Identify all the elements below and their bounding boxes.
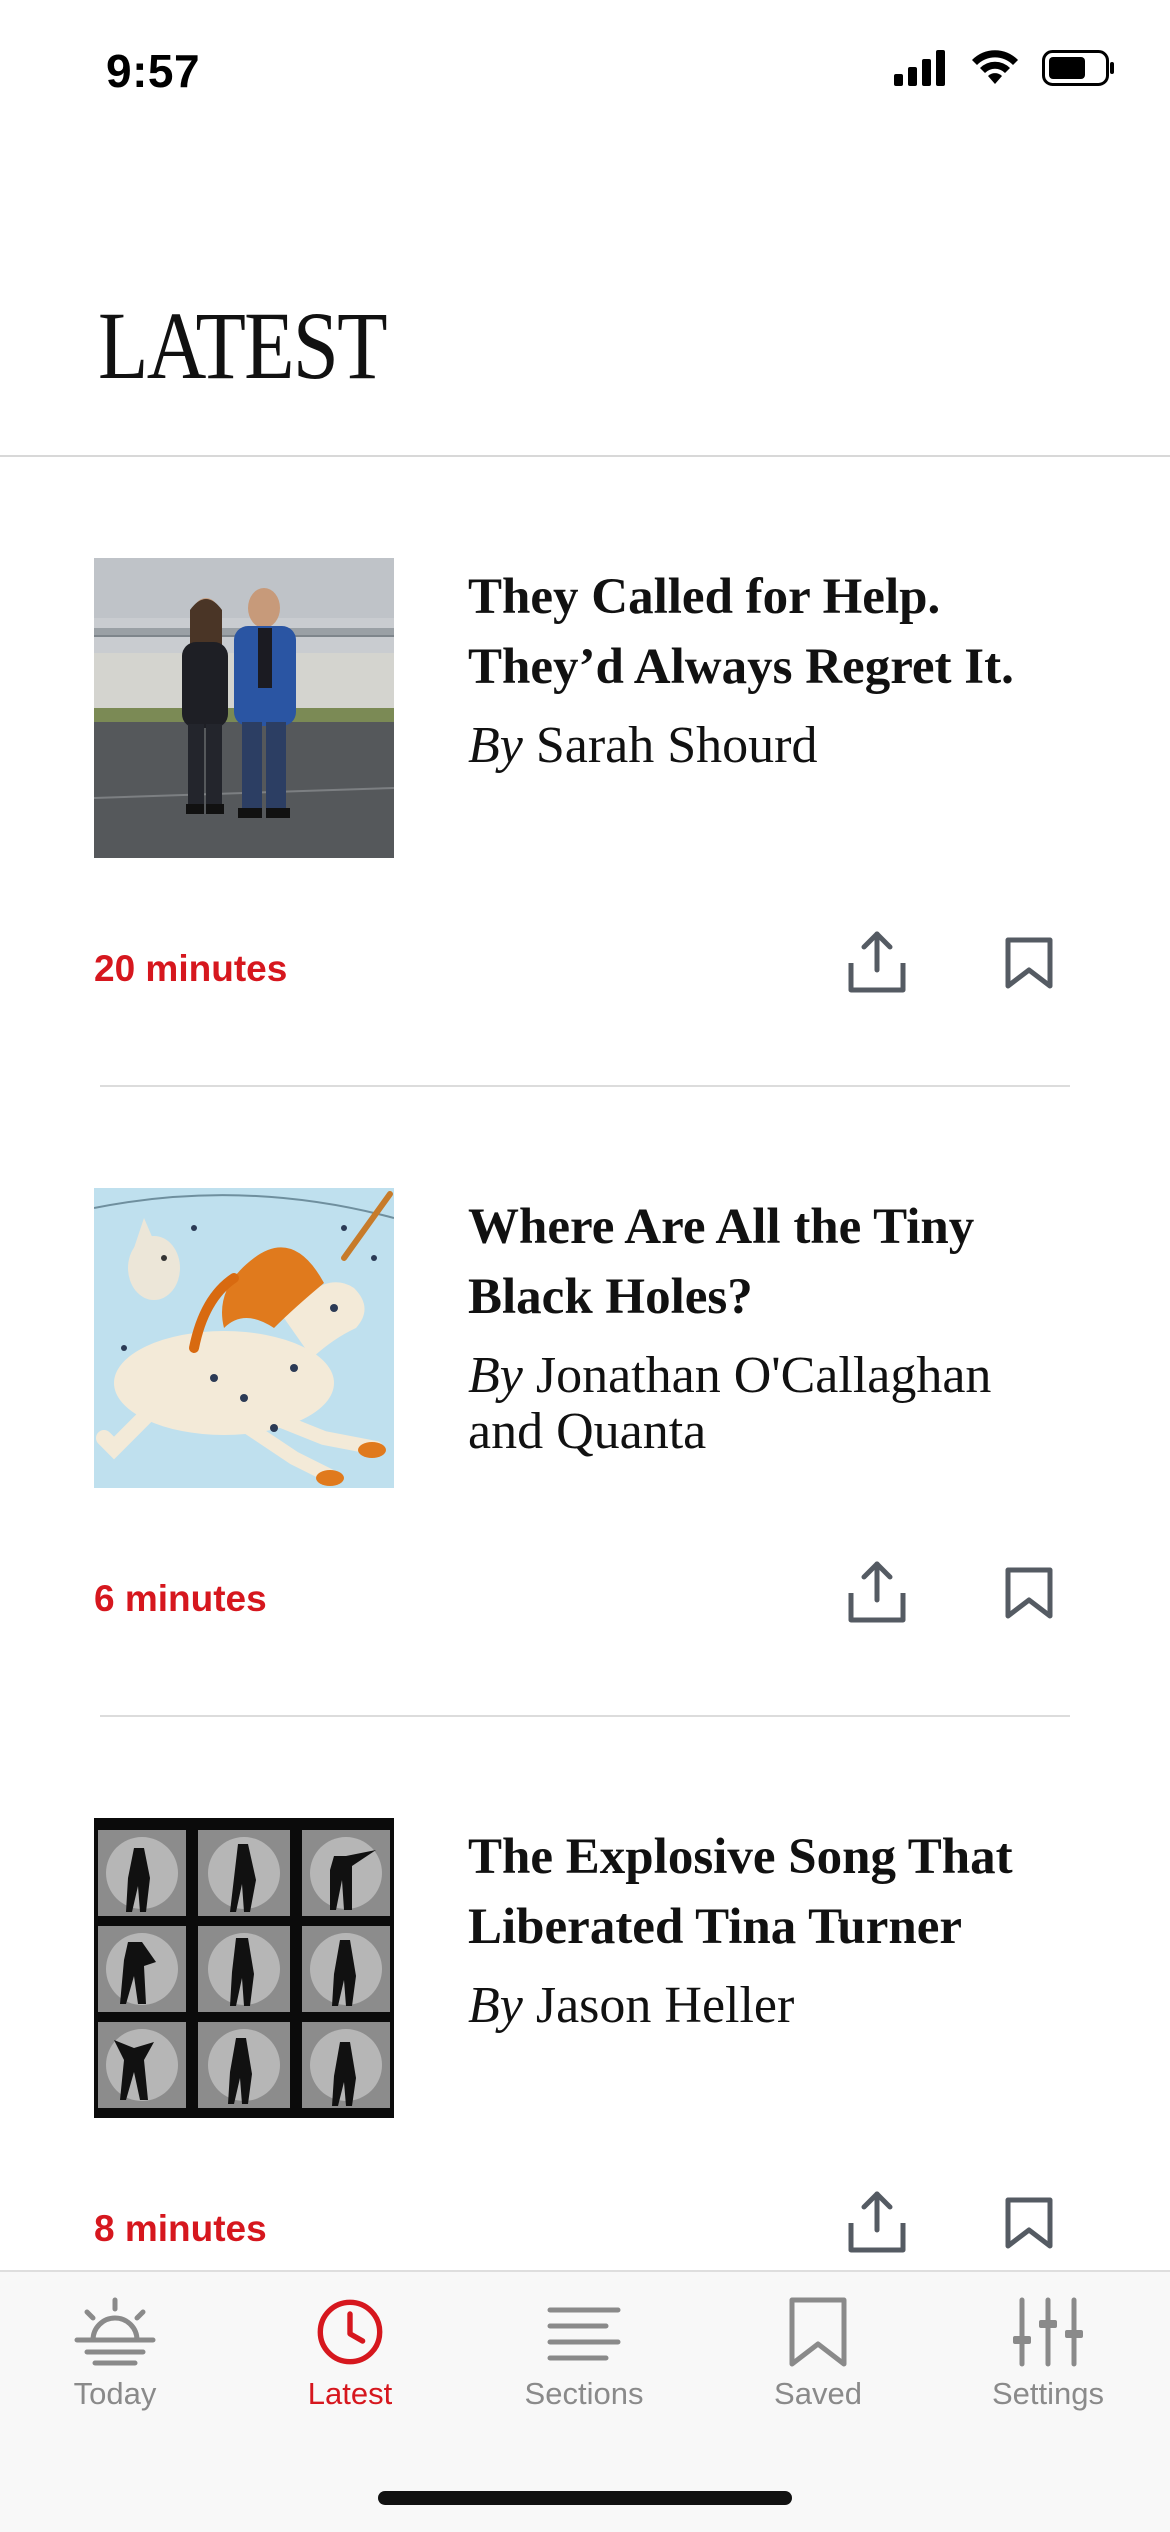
share-icon[interactable] <box>846 2190 908 2254</box>
headline-line-1: They Called for Help. <box>468 569 941 625</box>
share-icon[interactable] <box>846 1560 908 1624</box>
tab-latest[interactable]: Latest <box>255 2296 445 2446</box>
photo-contact-sheet-icon <box>94 1818 394 2118</box>
tab-label: Sections <box>524 2376 644 2411</box>
tab-label: Settings <box>991 2376 1104 2411</box>
sunrise-icon <box>74 2297 156 2366</box>
home-indicator[interactable] <box>378 2491 792 2505</box>
tab-sections[interactable]: Sections <box>489 2296 679 2446</box>
lines-icon <box>547 2307 621 2361</box>
read-time: 8 minutes <box>94 2208 267 2249</box>
article-byline: By Jonathan O'Callaghan and Quanta <box>468 1348 1108 1460</box>
illustration-unicorn-constellation-icon <box>94 1188 394 1488</box>
read-time: 20 minutes <box>94 948 288 989</box>
article-byline: By Jason Heller <box>468 1978 1108 2034</box>
tab-label: Saved <box>774 2376 862 2411</box>
status-bar: 9:57 <box>0 0 1170 140</box>
byline-author: Jonathan O'Callaghan <box>522 1347 992 1404</box>
article-divider <box>100 1085 1070 1087</box>
tab-label: Latest <box>307 2376 393 2411</box>
bookmark-icon <box>789 2297 847 2367</box>
tab-saved[interactable]: Saved <box>723 2296 913 2446</box>
article-headline[interactable]: Where Are All the Tiny Black Holes? <box>468 1192 1108 1332</box>
battery-icon <box>1042 50 1114 86</box>
clock-icon <box>317 2299 383 2365</box>
article-item[interactable]: They Called for Help. They’d Always Regr… <box>0 558 1170 1188</box>
byline-author: Jason Heller <box>522 1977 795 2034</box>
headline-line-2: Black Holes? <box>468 1269 753 1325</box>
article-item[interactable]: Where Are All the Tiny Black Holes? By J… <box>0 1188 1170 1818</box>
bookmark-icon[interactable] <box>1004 936 1054 990</box>
screen: 9:57 LATEST They Called for Help. They’d… <box>0 0 1170 2532</box>
byline-prefix: By <box>468 1977 523 2034</box>
bookmark-icon[interactable] <box>1004 2196 1054 2250</box>
tab-today[interactable]: Today <box>20 2296 210 2446</box>
tab-label: Today <box>73 2376 157 2411</box>
article-headline[interactable]: The Explosive Song That Liberated Tina T… <box>468 1822 1108 1962</box>
status-time: 9:57 <box>106 45 201 97</box>
article-thumbnail[interactable] <box>94 1818 394 2118</box>
byline-prefix: By <box>468 717 523 774</box>
headline-line-2: Liberated Tina Turner <box>468 1899 963 1955</box>
byline-author-line-2: and Quanta <box>468 1403 707 1460</box>
sliders-icon <box>1013 2297 1083 2367</box>
page-title: LATEST <box>98 292 388 399</box>
byline-author: Sarah Shourd <box>522 717 818 774</box>
article-divider <box>100 1715 1070 1717</box>
header-divider <box>0 455 1170 457</box>
byline-prefix: By <box>468 1347 523 1404</box>
tab-settings[interactable]: Settings <box>953 2296 1143 2446</box>
headline-line-1: Where Are All the Tiny <box>468 1199 975 1255</box>
cellular-signal-icon <box>894 50 945 86</box>
read-time: 6 minutes <box>94 1578 267 1619</box>
status-icons <box>894 50 1116 86</box>
share-icon[interactable] <box>846 930 908 994</box>
article-byline: By Sarah Shourd <box>468 718 1108 774</box>
article-thumbnail[interactable] <box>94 1188 394 1488</box>
article-thumbnail[interactable] <box>94 558 394 858</box>
wifi-icon <box>972 50 1018 84</box>
headline-line-2: They’d Always Regret It. <box>468 639 1014 695</box>
photo-two-people-prison-icon <box>94 558 394 858</box>
article-headline[interactable]: They Called for Help. They’d Always Regr… <box>468 562 1108 702</box>
bookmark-icon[interactable] <box>1004 1566 1054 1620</box>
headline-line-1: The Explosive Song That <box>468 1829 1013 1885</box>
